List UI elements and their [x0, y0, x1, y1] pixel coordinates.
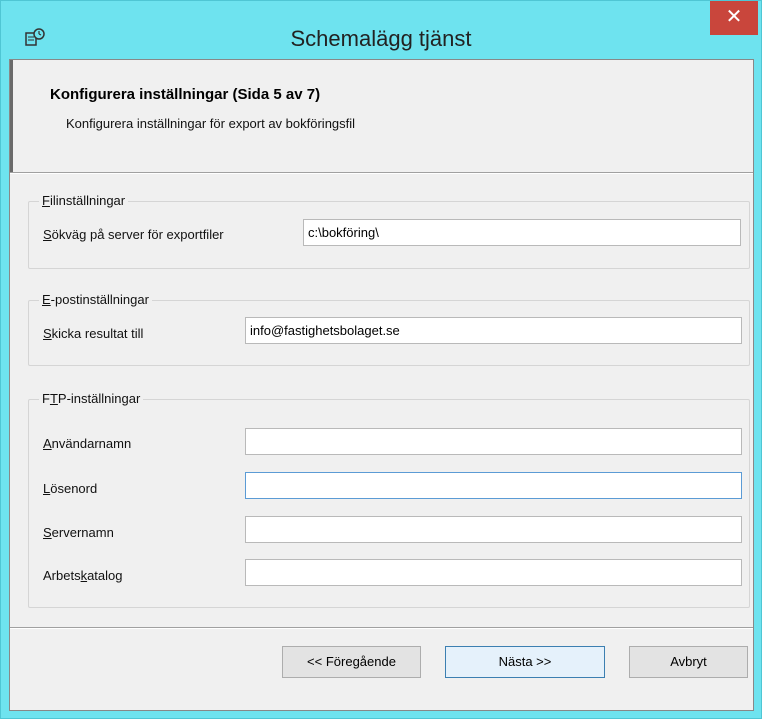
ftp-settings-group: FTP-inställningar Användarnamn Lösenord …	[28, 391, 750, 608]
work-directory-input[interactable]	[245, 559, 742, 586]
email-settings-group: E-postinställningar Skicka resultat till…	[28, 292, 750, 366]
footer-divider	[10, 627, 753, 629]
password-input[interactable]	[245, 472, 742, 499]
send-results-label: Skicka resultat till	[43, 326, 144, 341]
dialog-client-area: Konfigurera inställningar (Sida 5 av 7) …	[9, 59, 754, 711]
file-settings-legend: Filinställningar	[39, 193, 129, 208]
dialog-window: Schemalägg tjänst ✕ Konfigurera inställn…	[0, 0, 762, 719]
server-name-label: Servernamn	[43, 525, 114, 540]
username-label: Användarnamn	[43, 436, 132, 451]
work-directory-label: Arbetskatalog	[43, 568, 123, 583]
header-divider	[10, 172, 753, 174]
close-button[interactable]: ✕	[710, 1, 758, 35]
page-subtitle: Konfigurera inställningar för export av …	[66, 116, 356, 131]
password-label: Lösenord	[43, 481, 98, 496]
next-button[interactable]: Nästa >>	[445, 646, 605, 678]
previous-button[interactable]: << Föregående	[282, 646, 421, 678]
ftp-settings-legend: FTP-inställningar	[39, 391, 144, 406]
file-settings-group: Filinställningar Sökväg på server för ex…	[28, 193, 750, 269]
export-path-label: Sökväg på server för exportfiler	[43, 227, 224, 242]
close-icon: ✕	[725, 6, 743, 28]
send-results-email-input[interactable]: info@fastighetsbolaget.se	[245, 317, 742, 344]
server-name-input[interactable]	[245, 516, 742, 543]
wizard-header: Konfigurera inställningar (Sida 5 av 7) …	[10, 60, 753, 172]
window-title: Schemalägg tjänst	[290, 26, 472, 51]
title-bar[interactable]: Schemalägg tjänst ✕	[1, 1, 761, 59]
page-title: Konfigurera inställningar (Sida 5 av 7)	[50, 86, 321, 103]
email-settings-legend: E-postinställningar	[39, 292, 152, 307]
username-input[interactable]	[245, 428, 742, 455]
cancel-button[interactable]: Avbryt	[629, 646, 748, 678]
export-path-input[interactable]: c:\bokföring\	[303, 219, 741, 246]
